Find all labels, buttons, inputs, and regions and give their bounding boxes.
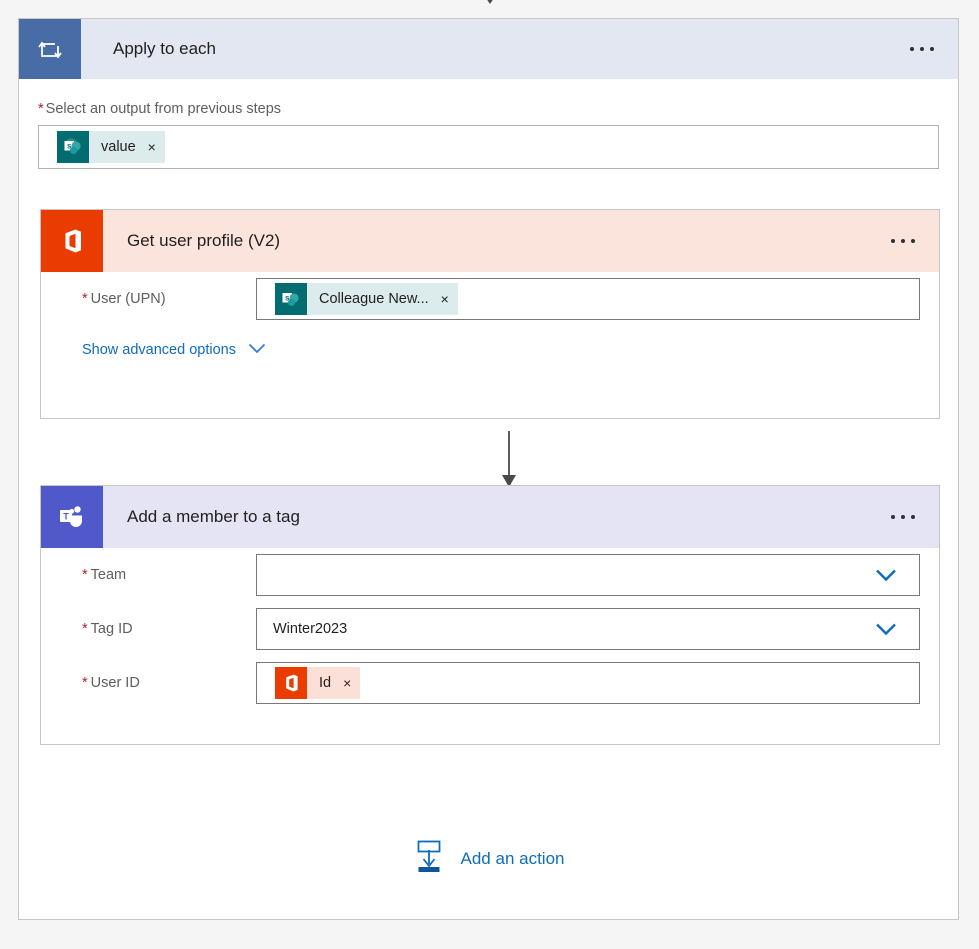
show-advanced-options-link[interactable]: Show advanced options: [82, 342, 266, 358]
ellipsis-icon: [920, 47, 924, 51]
add-action-label: Add an action: [460, 848, 565, 868]
field-tag-id: * Tag ID Winter2023: [60, 602, 920, 656]
field-user-id-control: Id ×: [256, 662, 920, 704]
loop-icon: [19, 19, 81, 79]
add-action-button[interactable]: Add an action: [19, 839, 958, 878]
chevron-down-icon[interactable]: [875, 569, 897, 582]
required-asterisk: *: [82, 567, 88, 583]
teams-icon: T: [41, 486, 103, 548]
ellipsis-icon: [911, 239, 915, 243]
get-user-profile-card: Get user profile (V2) * User (UPN) s Col…: [40, 209, 940, 419]
field-team: * Team: [60, 548, 920, 602]
apply-to-each-card: Apply to each * Select an output from pre…: [18, 18, 959, 920]
field-user-id: * User ID Id ×: [60, 656, 920, 710]
tag-id-value: Winter2023: [273, 621, 348, 637]
field-user-upn-label-text: User (UPN): [90, 291, 166, 307]
select-output-label: * Select an output from previous steps: [38, 101, 939, 117]
add-member-to-tag-card: T Add a member to a tag * Team * Tag ID …: [40, 485, 940, 745]
office365-icon: [275, 667, 307, 699]
token-id[interactable]: Id ×: [275, 667, 361, 699]
field-tag-id-control: Winter2023: [256, 608, 920, 650]
team-dropdown[interactable]: [256, 554, 920, 596]
field-user-upn-control: s Colleague New... ×: [256, 278, 920, 320]
ellipsis-icon: [891, 515, 895, 519]
ellipsis-icon: [911, 515, 915, 519]
field-user-upn: * User (UPN) s Colleague New... ×: [60, 272, 920, 326]
insert-action-icon: [413, 839, 445, 878]
action-connector-arrow: [501, 431, 517, 493]
tag-id-dropdown[interactable]: Winter2023: [256, 608, 920, 650]
field-tag-id-label-text: Tag ID: [90, 621, 133, 637]
field-team-label-text: Team: [90, 567, 127, 583]
required-asterisk: *: [38, 101, 44, 117]
token-label: Colleague New...: [319, 291, 429, 307]
required-asterisk: *: [82, 675, 88, 691]
field-user-upn-label: * User (UPN): [60, 291, 256, 307]
token-label: Id: [319, 675, 332, 691]
user-upn-input[interactable]: s Colleague New... ×: [256, 278, 920, 320]
field-user-id-label-text: User ID: [90, 675, 140, 691]
get-user-profile-header[interactable]: Get user profile (V2): [41, 210, 939, 272]
ellipsis-icon: [901, 239, 905, 243]
add-member-to-tag-header[interactable]: T Add a member to a tag: [41, 486, 939, 548]
token-colleague-new[interactable]: s Colleague New... ×: [275, 283, 458, 315]
chevron-down-icon[interactable]: [875, 623, 897, 636]
token-body: Colleague New... ×: [307, 283, 458, 315]
add-member-to-tag-menu-button[interactable]: [887, 509, 919, 525]
add-member-to-tag-params: * Team * Tag ID Winter2023 * User ID Id …: [41, 548, 939, 710]
office365-icon: [41, 210, 103, 272]
show-advanced-options-label: Show advanced options: [82, 342, 236, 358]
ellipsis-icon: [930, 47, 934, 51]
ellipsis-icon: [891, 239, 895, 243]
sharepoint-icon: s: [57, 131, 89, 163]
get-user-profile-menu-button[interactable]: [887, 233, 919, 249]
field-team-label: * Team: [60, 567, 256, 583]
svg-text:T: T: [63, 512, 69, 522]
apply-to-each-header[interactable]: Apply to each: [19, 19, 958, 79]
apply-to-each-menu-button[interactable]: [906, 41, 938, 57]
required-asterisk: *: [82, 621, 88, 637]
ellipsis-icon: [901, 515, 905, 519]
select-output-input[interactable]: s value ×: [38, 125, 939, 169]
add-member-to-tag-title: Add a member to a tag: [127, 507, 300, 526]
token-body: value ×: [89, 131, 165, 163]
get-user-profile-params: * User (UPN) s Colleague New... × Show a…: [41, 272, 939, 358]
required-asterisk: *: [82, 291, 88, 307]
sharepoint-icon: s: [275, 283, 307, 315]
user-id-input[interactable]: Id ×: [256, 662, 920, 704]
field-team-control: [256, 554, 920, 596]
close-icon[interactable]: ×: [343, 676, 351, 690]
field-tag-id-label: * Tag ID: [60, 621, 256, 637]
get-user-profile-title: Get user profile (V2): [127, 231, 281, 250]
apply-to-each-body: * Select an output from previous steps s …: [19, 79, 958, 872]
apply-to-each-title: Apply to each: [113, 39, 217, 58]
incoming-connector-arrow: [480, 0, 500, 10]
ellipsis-icon: [910, 47, 914, 51]
close-icon[interactable]: ×: [148, 140, 156, 154]
close-icon[interactable]: ×: [441, 292, 449, 306]
field-user-id-label: * User ID: [60, 675, 256, 691]
token-body: Id ×: [307, 667, 361, 699]
chevron-down-icon: [248, 342, 266, 358]
token-value[interactable]: s value ×: [57, 131, 165, 163]
token-label: value: [101, 139, 136, 155]
select-output-label-text: Select an output from previous steps: [45, 101, 282, 117]
